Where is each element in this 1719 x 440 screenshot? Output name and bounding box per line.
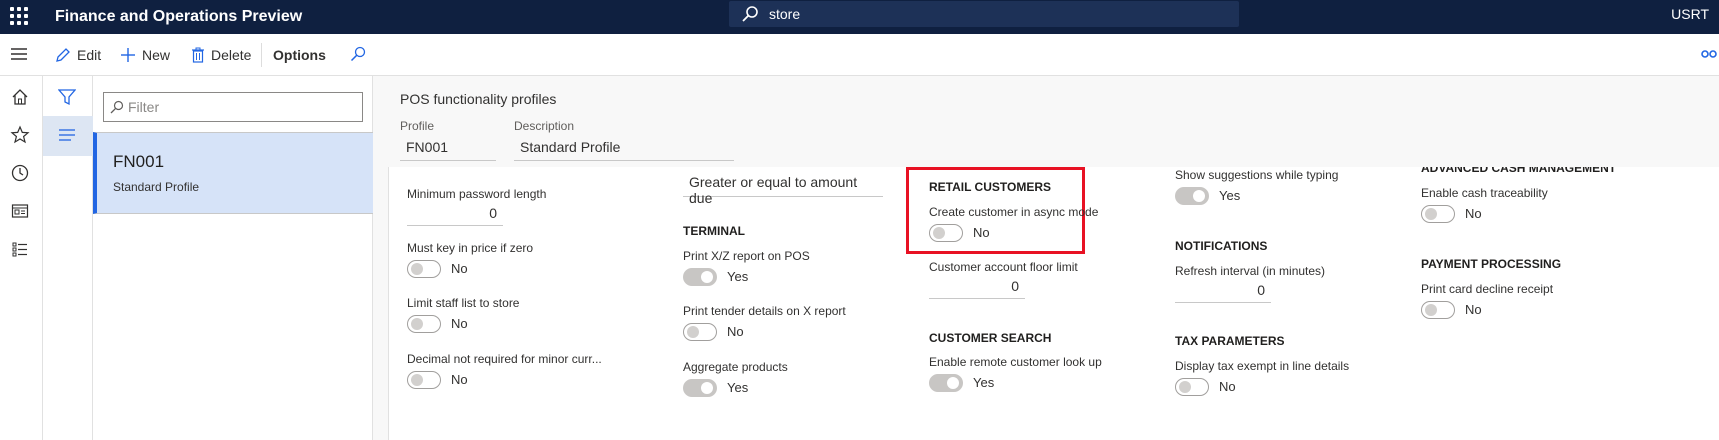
tender-details-value: No [727,324,744,339]
top-bar: Finance and Operations Preview store USR… [0,0,1719,34]
cash-traceability-value: No [1465,206,1482,221]
tax-parameters-heading: TAX PARAMETERS [1175,334,1285,348]
tax-exempt-toggle[interactable] [1175,378,1209,396]
new-label: New [142,47,171,63]
floor-limit-label: Customer account floor limit [929,260,1078,274]
tax-exempt-value: No [1219,379,1236,394]
options-button[interactable]: Options [273,44,326,66]
filter-icon[interactable] [58,88,76,106]
limit-staff-toggle[interactable] [407,315,441,333]
min-password-field[interactable]: 0 [407,202,503,226]
search-icon [742,6,758,22]
decimal-label: Decimal not required for minor curr... [407,352,602,366]
search-icon[interactable] [350,46,366,62]
tender-details-label: Print tender details on X report [683,304,846,318]
cash-management-heading: ADVANCED CASH MANAGEMENT [1421,167,1617,175]
aggregate-label: Aggregate products [683,360,788,374]
list-item-description: Standard Profile [113,180,200,194]
notifications-heading: NOTIFICATIONS [1175,239,1268,253]
aggregate-toggle[interactable] [683,379,717,397]
search-icon [110,100,124,114]
refresh-interval-label: Refresh interval (in minutes) [1175,264,1326,278]
remote-lookup-value: Yes [973,375,995,390]
home-icon[interactable] [10,87,30,107]
key-price-toggle[interactable] [407,260,441,278]
suggestions-label: Show suggestions while typing [1175,168,1339,182]
suggestions-value: Yes [1219,188,1241,203]
refresh-interval-field[interactable]: 0 [1175,279,1271,303]
retail-customers-heading: RETAIL CUSTOMERS [929,180,1052,194]
key-price-value: No [451,261,468,276]
suggestions-toggle[interactable] [1175,187,1209,205]
remote-lookup-label: Enable remote customer look up [929,355,1102,369]
list-pane: FN001 Standard Profile [43,76,373,440]
delete-button[interactable]: Delete [191,44,251,66]
profile-field[interactable]: FN001 [400,136,496,161]
amount-due-field[interactable]: Greater or equal to amount due [683,171,883,206]
payment-processing-heading: PAYMENT PROCESSING [1421,257,1562,271]
tender-details-toggle[interactable] [683,323,717,341]
user-button[interactable]: USRT [1671,6,1709,22]
attachments-icon[interactable] [1701,47,1717,61]
xz-report-label: Print X/Z report on POS [683,249,810,263]
filter-input[interactable] [128,97,348,117]
limit-staff-label: Limit staff list to store [407,296,520,310]
filter-field[interactable] [103,92,363,122]
modules-list-icon[interactable] [10,239,30,259]
edit-button[interactable]: Edit [55,44,101,66]
key-price-label: Must key in price if zero [407,241,534,255]
list-view-toggle[interactable] [43,116,93,156]
plus-icon [121,48,135,62]
async-value: No [973,225,990,240]
navigation-pane [0,76,43,440]
customer-search-heading: CUSTOMER SEARCH [929,331,1052,345]
app-title: Finance and Operations Preview [55,8,303,25]
pencil-icon [56,48,70,62]
list-icon [59,129,75,141]
xz-report-toggle[interactable] [683,268,717,286]
edit-label: Edit [77,47,102,63]
xz-report-value: Yes [727,269,749,284]
global-search[interactable]: store [729,1,1239,27]
aggregate-value: Yes [727,380,749,395]
search-value: store [769,6,801,22]
card-decline-value: No [1465,302,1482,317]
list-item-code: FN001 [113,152,165,171]
limit-staff-value: No [451,316,468,331]
async-label: Create customer in async mode [929,205,1099,219]
profile-label: Profile [400,119,435,133]
card-decline-label: Print card decline receipt [1421,282,1554,296]
new-button[interactable]: New [120,44,170,66]
cash-traceability-label: Enable cash traceability [1421,186,1548,200]
page-title: POS functionality profiles [400,91,557,107]
app-launcher-icon[interactable] [10,7,30,27]
details-pane: POS functionality profiles Profile FN001… [374,76,1719,440]
workspace-icon[interactable] [10,201,30,221]
description-label: Description [514,119,575,133]
min-password-label: Minimum password length [407,187,547,201]
terminal-heading: TERMINAL [683,224,745,238]
description-field[interactable]: Standard Profile [514,136,734,161]
list-item[interactable]: FN001 Standard Profile [93,132,373,214]
decimal-value: No [451,372,468,387]
card-decline-toggle[interactable] [1421,301,1455,319]
star-icon[interactable] [10,125,30,145]
delete-label: Delete [211,47,252,63]
trash-icon [192,47,204,63]
remote-lookup-toggle[interactable] [929,374,963,392]
hamburger-icon[interactable] [10,45,28,63]
tax-exempt-label: Display tax exempt in line details [1175,359,1350,373]
floor-limit-field[interactable]: 0 [929,275,1025,299]
action-pane: Edit New Delete Options [0,34,1719,76]
clock-icon[interactable] [10,163,30,183]
async-toggle[interactable] [929,224,963,242]
profile-details-card: Minimum password length 0 Must key in pr… [388,167,1719,440]
list-pane-toolbar [43,76,93,440]
toolbar-divider [261,43,262,67]
cash-traceability-toggle[interactable] [1421,205,1455,223]
decimal-toggle[interactable] [407,371,441,389]
